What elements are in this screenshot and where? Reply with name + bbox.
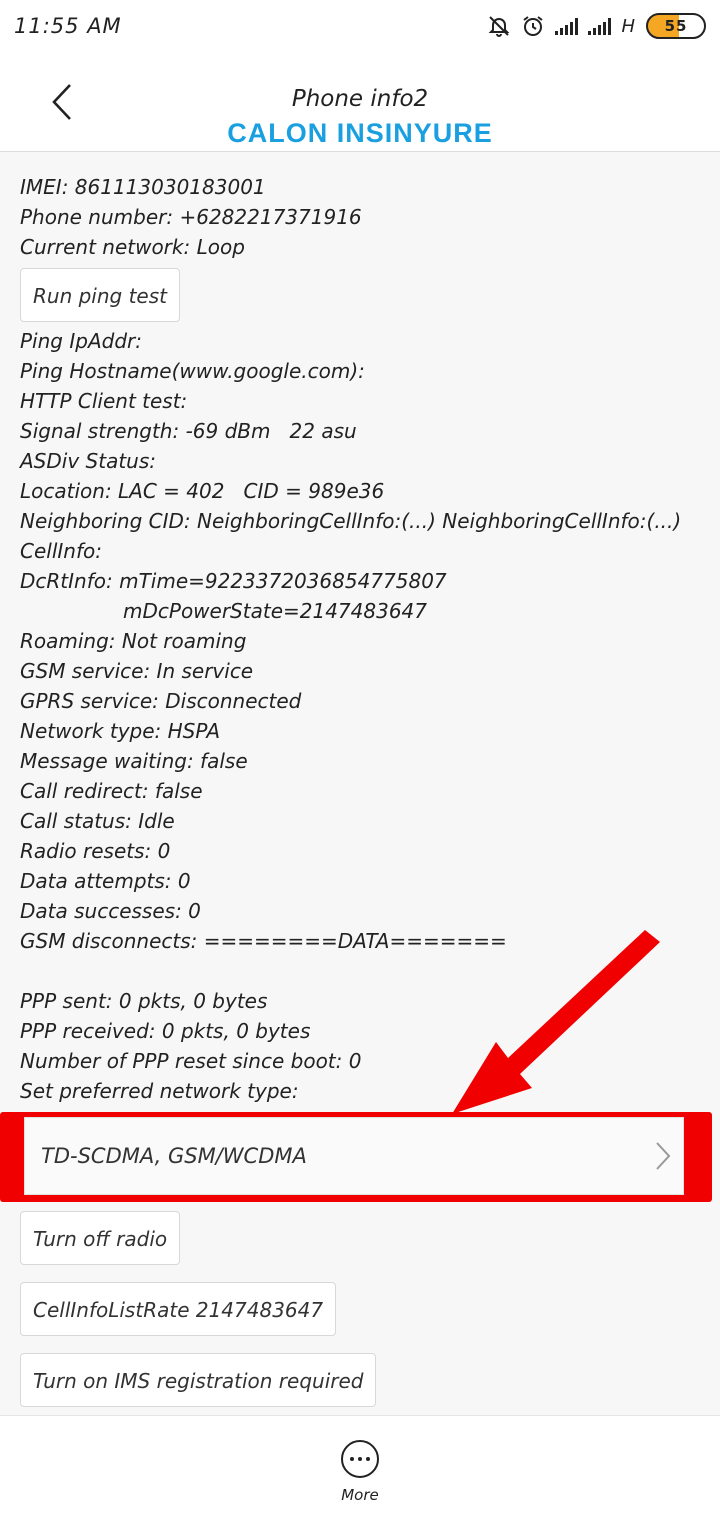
more-icon xyxy=(341,1440,379,1478)
signal-strength-text: Signal strength: -69 dBm 22 asu xyxy=(20,419,357,443)
more-label: More xyxy=(341,1486,379,1504)
imei-text: IMEI: 861113030183001 xyxy=(20,175,266,199)
signal-icon xyxy=(555,17,579,35)
bottom-bar: More xyxy=(0,1415,720,1530)
signal-icon xyxy=(588,17,612,35)
status-time: 11:55 AM xyxy=(14,14,122,38)
status-icons: H 55 xyxy=(487,13,706,39)
highlight-box: TD-SCDMA, GSM/WCDMA xyxy=(0,1112,712,1202)
page-title: Phone info2 xyxy=(291,86,429,112)
network-type-label: H xyxy=(621,15,636,37)
call-redirect-text: Call redirect: false xyxy=(20,779,203,803)
data-attempts-text: Data attempts: 0 xyxy=(20,869,191,893)
ims-registration-button[interactable]: Turn on IMS registration required xyxy=(20,1353,377,1407)
watermark-text: CALON INSINYURE xyxy=(227,118,493,148)
cell-info-rate-button[interactable]: CellInfoListRate 2147483647 xyxy=(20,1282,337,1336)
red-arrow-annotation xyxy=(452,930,660,1114)
dcrt-info-text: DcRtInfo: mTime=9223372036854775807 xyxy=(20,569,447,593)
data-successes-text: Data successes: 0 xyxy=(20,899,201,923)
gprs-service-text: GPRS service: Disconnected xyxy=(20,689,302,713)
turn-off-radio-button[interactable]: Turn off radio xyxy=(20,1211,181,1265)
action-buttons: Turn off radio CellInfoListRate 21474836… xyxy=(20,1211,377,1424)
battery-level: 55 xyxy=(664,17,688,35)
alarm-icon xyxy=(523,16,544,36)
ping-hostname-text: Ping Hostname(www.google.com): xyxy=(20,359,365,383)
asdiv-status-text: ASDiv Status: xyxy=(20,449,156,473)
preferred-network-type-select[interactable]: TD-SCDMA, GSM/WCDMA xyxy=(24,1117,684,1195)
radio-resets-text: Radio resets: 0 xyxy=(20,839,171,863)
more-button[interactable]: More xyxy=(330,1440,390,1522)
current-network-text: Current network: Loop xyxy=(20,235,245,259)
roaming-text: Roaming: Not roaming xyxy=(20,629,247,653)
chevron-right-icon xyxy=(656,1142,671,1170)
phone-number-text: Phone number: +6282217371916 xyxy=(20,205,362,229)
call-status-text: Call status: Idle xyxy=(20,809,175,833)
network-type-text: Network type: HSPA xyxy=(20,719,221,743)
preferred-network-value: TD-SCDMA, GSM/WCDMA xyxy=(41,1144,307,1168)
battery-icon: 55 xyxy=(646,13,706,39)
mute-icon xyxy=(489,16,510,37)
status-bar: 11:55 AM H 55 xyxy=(0,0,720,52)
cell-info-text: CellInfo: xyxy=(20,539,102,563)
dc-power-state-text: mDcPowerState=2147483647 xyxy=(123,599,428,623)
ping-ip-text: Ping IpAddr: xyxy=(20,329,142,353)
message-waiting-text: Message waiting: false xyxy=(20,749,248,773)
gsm-service-text: GSM service: In service xyxy=(20,659,254,683)
location-text: Location: LAC = 402 CID = 989e36 xyxy=(20,479,385,503)
neighboring-cid-text: Neighboring CID: NeighboringCellInfo:(..… xyxy=(20,509,682,533)
run-ping-test-button[interactable]: Run ping test xyxy=(20,268,180,322)
http-test-text: HTTP Client test: xyxy=(20,389,188,413)
app-header: Phone info2 CALON INSINYURE xyxy=(0,52,720,152)
